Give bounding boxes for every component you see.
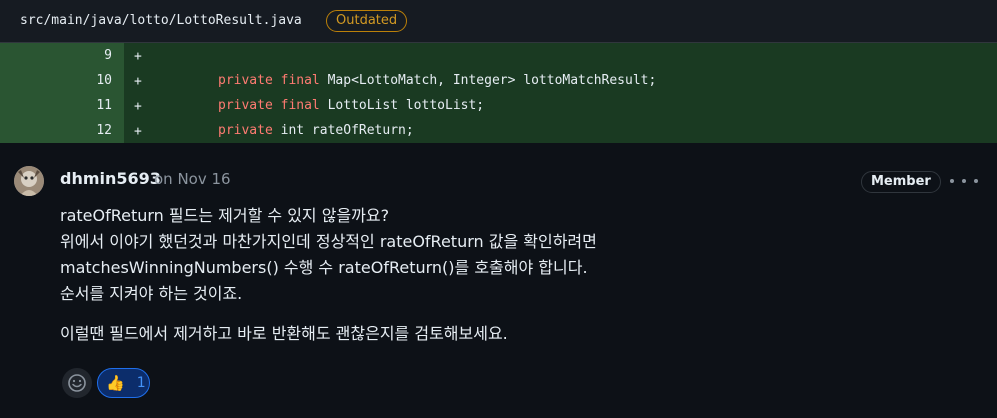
comment-author[interactable]: dhmin5693 xyxy=(60,169,161,188)
code-text: LottoList lottoList; xyxy=(319,98,485,113)
smiley-icon xyxy=(68,374,86,392)
line-number[interactable]: 10 xyxy=(0,68,124,93)
avatar-image xyxy=(14,166,44,196)
line-number[interactable]: 12 xyxy=(0,118,124,143)
diff-line: 9 + xyxy=(0,43,997,68)
diff-add-marker: + xyxy=(134,99,142,114)
add-reaction-button[interactable] xyxy=(62,368,92,398)
file-header: src/main/java/lotto/LottoResult.java Out… xyxy=(0,0,997,43)
diff-add-marker: + xyxy=(134,124,142,139)
code-keyword: final xyxy=(280,73,320,88)
comment-line: matchesWinningNumbers() 수행 수 rateOfRetur… xyxy=(60,258,588,277)
comment-line: 이럴땐 필드에서 제거하고 바로 반환해도 괜찮은지를 검토해보세요. xyxy=(60,324,508,343)
file-path[interactable]: src/main/java/lotto/LottoResult.java xyxy=(20,13,302,28)
code-line: private final LottoList lottoList; xyxy=(218,93,484,118)
code-line: private int rateOfReturn; xyxy=(218,118,414,143)
reaction-thumbs-up[interactable]: 👍 1 xyxy=(97,368,150,398)
diff-line: 11 + private final LottoList lottoList; xyxy=(0,93,997,118)
outdated-badge: Outdated xyxy=(326,10,408,32)
code-keyword: private xyxy=(218,123,273,138)
comment-body: rateOfReturn 필드는 제거할 수 있지 않을까요? 위에서 이야기 했… xyxy=(60,203,960,347)
line-number[interactable]: 9 xyxy=(0,43,124,68)
code-text: int rateOfReturn; xyxy=(272,123,414,138)
thumbs-up-icon: 👍 xyxy=(106,373,125,392)
diff-line: 10 + private final Map<LottoMatch, Integer… xyxy=(0,68,997,93)
comment-line: rateOfReturn 필드는 제거할 수 있지 않을까요? xyxy=(60,206,390,225)
reaction-count: 1 xyxy=(136,375,146,391)
comment-timestamp[interactable]: on Nov 16 xyxy=(154,170,231,188)
diff-hunk: 9 +10 + private final Map<LottoMatch, Integ… xyxy=(0,43,997,143)
member-badge: Member xyxy=(861,171,941,193)
avatar[interactable] xyxy=(14,166,44,196)
code-keyword: private xyxy=(218,73,273,88)
code-keyword: final xyxy=(280,98,320,113)
more-options-icon[interactable] xyxy=(950,171,978,191)
code-line: private final Map<LottoMatch, Integer> l… xyxy=(218,68,656,93)
diff-add-marker: + xyxy=(134,74,142,89)
diff-add-marker: + xyxy=(134,49,142,64)
review-comment: dhmin5693 on Nov 16 Member rateOfReturn … xyxy=(0,145,997,418)
comment-line: 위에서 이야기 했던것과 마찬가지인데 정상적인 rateOfReturn 값을… xyxy=(60,232,597,251)
code-text: Map<LottoMatch, Integer> lottoMatchResul… xyxy=(319,73,657,88)
code-keyword: private xyxy=(218,98,273,113)
comment-line: 순서를 지켜야 하는 것이죠. xyxy=(60,284,243,303)
line-number[interactable]: 11 xyxy=(0,93,124,118)
diff-line: 12 + private int rateOfReturn; xyxy=(0,118,997,143)
